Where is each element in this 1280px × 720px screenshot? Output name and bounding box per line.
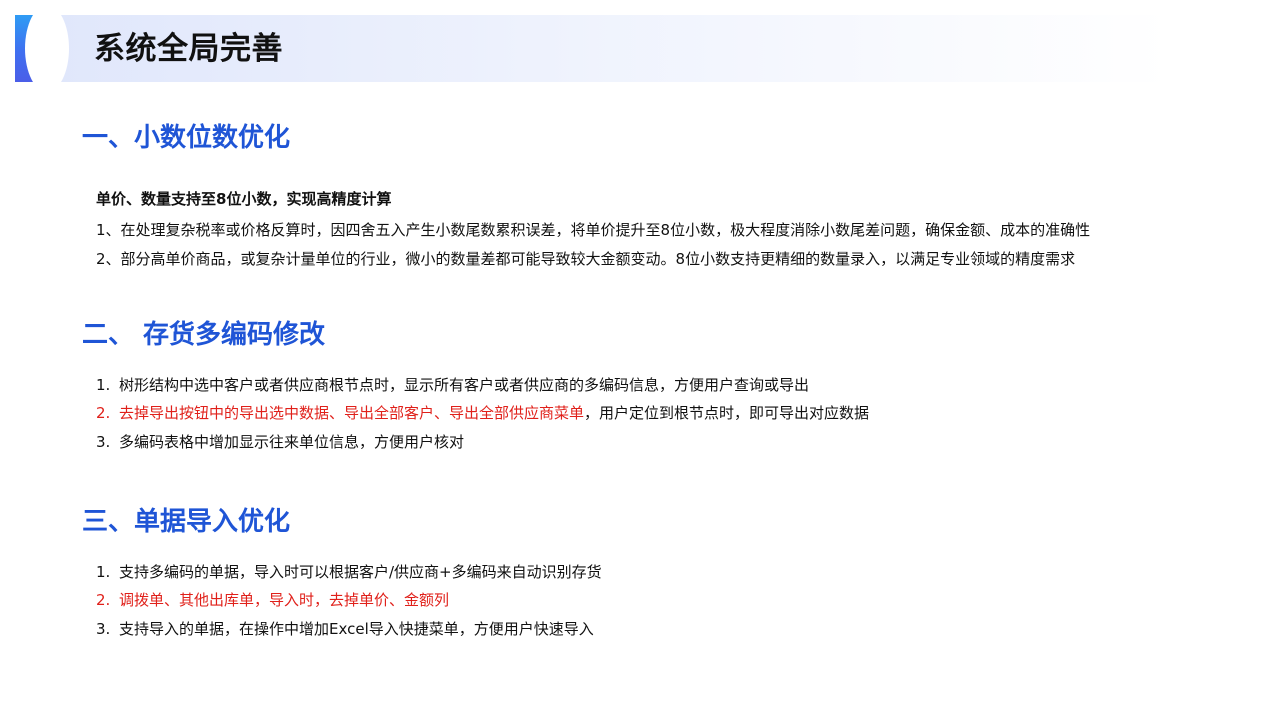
list-item: 1. 树形结构中选中客户或者供应商根节点时，显示所有客户或者供应商的多编码信息，方… bbox=[96, 374, 809, 396]
section-subheading: 单价、数量支持至8位小数，实现高精度计算 bbox=[96, 190, 392, 208]
list-item-highlight-text: 调拨单、其他出库单，导入时，去掉单价、金额列 bbox=[119, 591, 450, 609]
list-item-number: 1. bbox=[96, 376, 111, 394]
list-item-text: 多编码表格中增加显示往来单位信息，方便用户核对 bbox=[119, 433, 465, 451]
section-heading-decimal-precision: 一、小数位数优化 bbox=[82, 123, 291, 153]
page-title: 系统全局完善 bbox=[94, 31, 283, 67]
list-item-text: 支持多编码的单据，导入时可以根据客户/供应商+多编码来自动识别存货 bbox=[119, 563, 602, 581]
list-item-text: 树形结构中选中客户或者供应商根节点时，显示所有客户或者供应商的多编码信息，方便用… bbox=[119, 376, 810, 394]
slide: 系统全局完善 一、小数位数优化 单价、数量支持至8位小数，实现高精度计算 1、在… bbox=[0, 0, 1280, 720]
list-item-number: 3. bbox=[96, 433, 111, 451]
list-item-number: 2. bbox=[96, 591, 111, 609]
list-item-text: ，用户定位到根节点时，即可导出对应数据 bbox=[584, 404, 870, 422]
list-item: 2. 调拨单、其他出库单，导入时，去掉单价、金额列 bbox=[96, 589, 449, 611]
list-item-number: 1. bbox=[96, 563, 111, 581]
list-item: 3. 支持导入的单据，在操作中增加Excel导入快捷菜单，方便用户快速导入 bbox=[96, 618, 594, 640]
list-item: 2. 去掉导出按钮中的导出选中数据、导出全部客户、导出全部供应商菜单，用户定位到根… bbox=[96, 402, 869, 424]
section-heading-inventory-multicode: 二、 存货多编码修改 bbox=[82, 320, 326, 350]
section-heading-document-import: 三、单据导入优化 bbox=[82, 507, 291, 537]
list-item: 3. 多编码表格中增加显示往来单位信息，方便用户核对 bbox=[96, 431, 464, 453]
list-item: 1、在处理复杂税率或价格反算时，因四舍五入产生小数尾数累积误差，将单价提升至8位… bbox=[96, 221, 1091, 239]
list-item-number: 3. bbox=[96, 620, 111, 638]
list-item-highlight-text: 去掉导出按钮中的导出选中数据、导出全部客户、导出全部供应商菜单 bbox=[119, 404, 585, 422]
list-item: 2、部分高单价商品，或复杂计量单位的行业，微小的数量差都可能导致较大金额变动。8… bbox=[96, 250, 1076, 268]
list-item-number: 2. bbox=[96, 404, 111, 422]
header-accent-curve bbox=[25, 5, 69, 92]
list-item: 1. 支持多编码的单据，导入时可以根据客户/供应商+多编码来自动识别存货 bbox=[96, 561, 602, 583]
list-item-text: 支持导入的单据，在操作中增加Excel导入快捷菜单，方便用户快速导入 bbox=[119, 620, 594, 638]
